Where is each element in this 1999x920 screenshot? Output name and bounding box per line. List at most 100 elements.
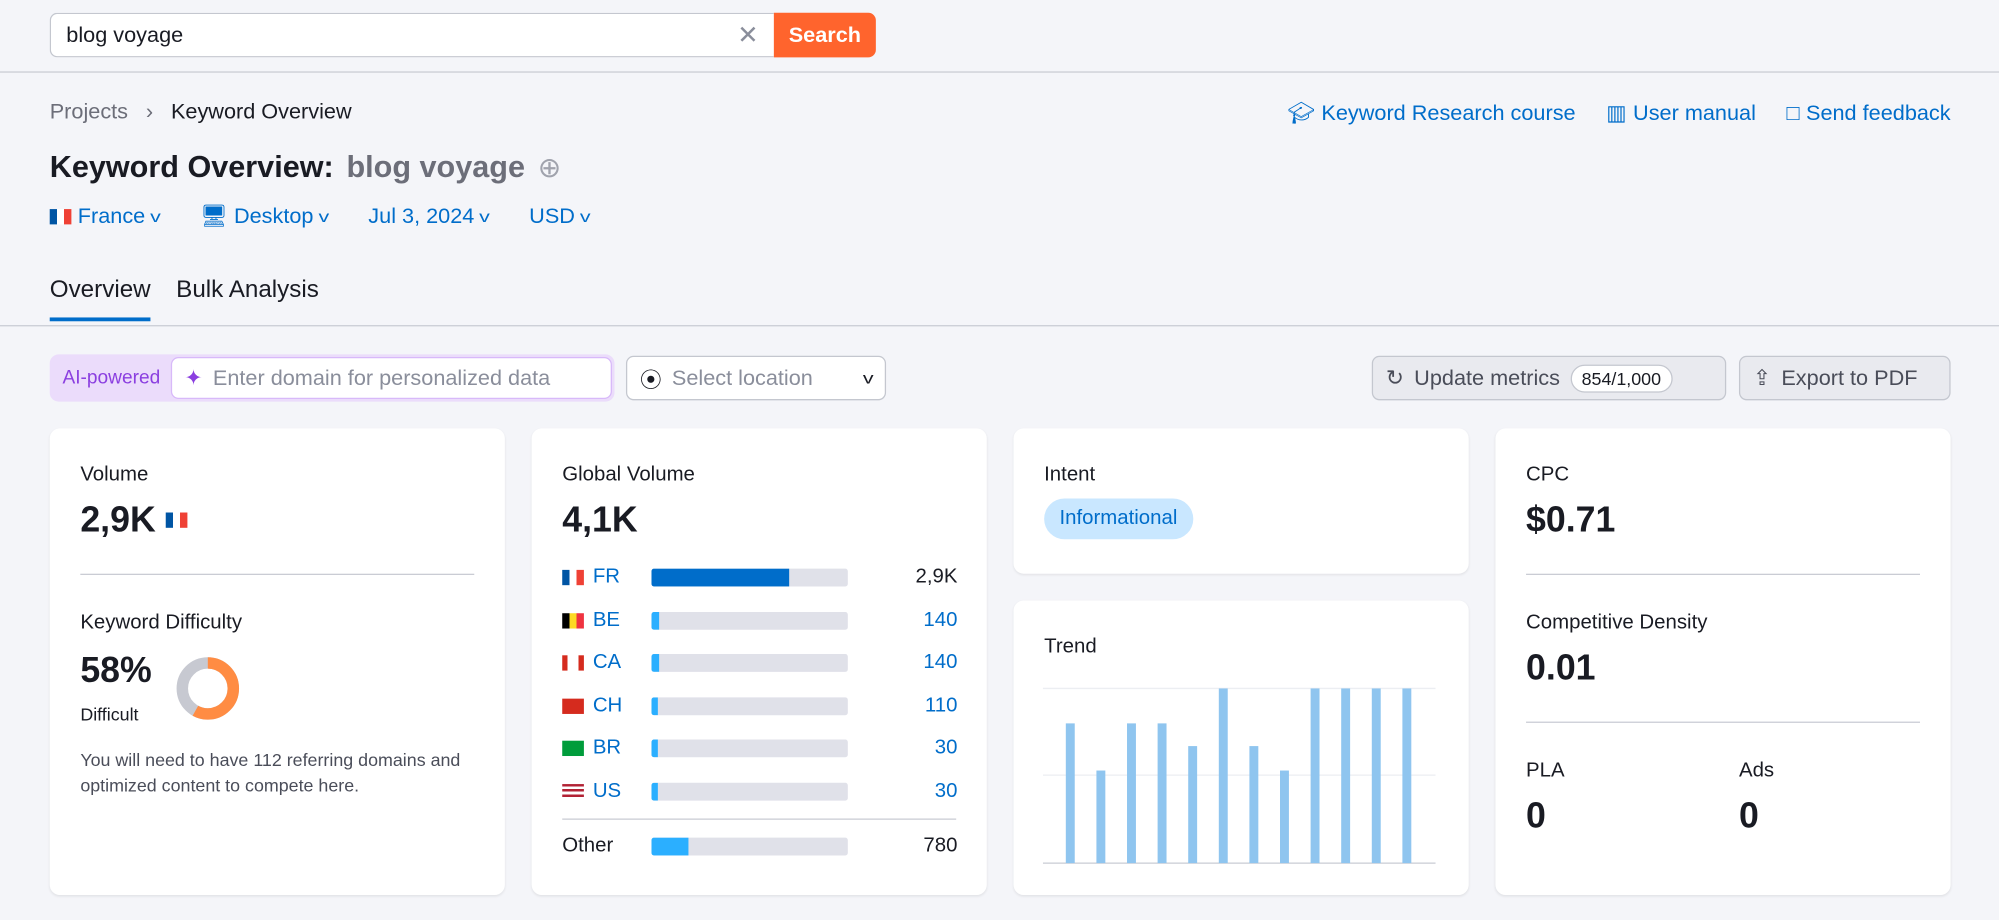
- tab-bulk-analysis[interactable]: Bulk Analysis: [176, 277, 319, 322]
- country-row: FR 2,9K: [562, 565, 957, 590]
- desktop-icon: 🖥︎: [200, 203, 228, 229]
- trend-card: Trend: [1013, 600, 1469, 895]
- search-bar: blog voyage ✕ Search: [49, 12, 876, 58]
- location-pin-icon: ⦿: [639, 368, 662, 393]
- divider: [562, 818, 957, 820]
- trend-bar[interactable]: [1402, 688, 1412, 864]
- chat-bubble-icon: □: [1786, 100, 1800, 125]
- other-value: 780: [923, 835, 958, 857]
- date-dropdown[interactable]: Jul 3, 2024 v: [368, 203, 490, 229]
- search-input[interactable]: blog voyage ✕: [49, 12, 774, 58]
- share-bar: [651, 739, 848, 758]
- share-bar: [651, 568, 848, 587]
- share-bar-fill: [651, 568, 789, 587]
- country-row: BE 140: [562, 608, 957, 633]
- trend-bar[interactable]: [1341, 688, 1351, 864]
- trend-bar[interactable]: [1127, 723, 1136, 864]
- clear-icon[interactable]: ✕: [737, 19, 758, 51]
- kd-note: You will need to have 112 referring doma…: [80, 749, 461, 796]
- country-link[interactable]: FR: [562, 566, 626, 589]
- credits-badge: 854/1,000: [1570, 363, 1673, 393]
- chevron-right-icon: ›: [145, 99, 154, 124]
- tab-overview[interactable]: Overview: [49, 277, 151, 322]
- trend-bar[interactable]: [1279, 770, 1289, 864]
- volume-value: 2,9K: [80, 499, 156, 540]
- share-bar: [651, 654, 848, 673]
- country-link[interactable]: CH: [562, 695, 626, 718]
- share-bar: [651, 611, 848, 630]
- trend-label: Trend: [1044, 636, 1097, 658]
- trend-bar[interactable]: [1065, 723, 1075, 864]
- pla-label: PLA: [1526, 759, 1565, 782]
- ai-powered-label: AI-powered: [62, 367, 161, 389]
- share-bar: [651, 782, 848, 801]
- link-label: Send feedback: [1805, 100, 1951, 125]
- cpc-card: CPC $0.71 Competitive Density 0.01 PLA 0…: [1495, 428, 1951, 895]
- trend-bar[interactable]: [1096, 770, 1106, 864]
- trend-chart: [1042, 687, 1436, 864]
- share-bar-fill: [651, 782, 658, 801]
- share-bar-fill: [651, 611, 660, 630]
- device-dropdown[interactable]: 🖥︎ Desktop v: [200, 203, 330, 229]
- divider: [1526, 721, 1920, 723]
- country-link[interactable]: BE: [562, 609, 626, 632]
- refresh-icon: ↻: [1385, 365, 1404, 390]
- country-volume[interactable]: 30: [935, 780, 958, 803]
- country-volume[interactable]: 140: [923, 652, 957, 675]
- country-volume[interactable]: 2,9K: [915, 566, 957, 589]
- domain-input[interactable]: ✦ Enter domain for personalized data: [170, 356, 612, 400]
- country-row: CH 110: [562, 693, 957, 718]
- country-link[interactable]: US: [562, 780, 626, 803]
- country-volume[interactable]: 110: [925, 695, 958, 718]
- export-pdf-button[interactable]: ⇪ Export to PDF: [1738, 355, 1951, 401]
- global-volume-label: Global Volume: [562, 464, 695, 486]
- breadcrumb-projects[interactable]: Projects: [50, 99, 128, 124]
- country-link[interactable]: BR: [562, 737, 626, 760]
- title-keyword: blog voyage: [346, 150, 525, 185]
- density-label: Competitive Density: [1526, 611, 1708, 634]
- location-select[interactable]: ⦿ Select location v: [625, 355, 887, 401]
- intent-label: Intent: [1044, 464, 1096, 486]
- export-label: Export to PDF: [1781, 365, 1918, 390]
- send-feedback-link[interactable]: □ Send feedback: [1787, 101, 1951, 126]
- user-manual-link[interactable]: ▥ User manual: [1606, 101, 1756, 126]
- trend-bar[interactable]: [1371, 688, 1381, 864]
- volume-label: Volume: [80, 464, 149, 486]
- graduation-cap-icon: 🎓︎: [1287, 100, 1316, 125]
- trend-bar[interactable]: [1188, 746, 1198, 864]
- search-button[interactable]: Search: [773, 12, 876, 58]
- other-label: Other: [562, 835, 614, 857]
- divider: [0, 71, 1999, 73]
- country-dropdown[interactable]: France v: [49, 204, 161, 229]
- chevron-down-icon: v: [862, 369, 874, 387]
- location-placeholder: Select location: [671, 365, 813, 390]
- country-volume[interactable]: 140: [923, 609, 957, 632]
- ai-domain-box: AI-powered ✦ Enter domain for personalize…: [49, 354, 615, 402]
- country-code: CA: [592, 651, 622, 674]
- date-label: Jul 3, 2024: [368, 203, 475, 229]
- share-bar-fill: [651, 739, 658, 758]
- country-code: BE: [592, 608, 621, 631]
- flag-fr-icon: [49, 209, 72, 225]
- keyword-course-link[interactable]: 🎓︎ Keyword Research course: [1288, 101, 1576, 126]
- trend-bar[interactable]: [1218, 688, 1228, 864]
- flag-ca-icon: [562, 655, 584, 671]
- device-label: Desktop: [233, 203, 314, 229]
- flag-fr-icon: [562, 569, 584, 586]
- update-metrics-button[interactable]: ↻ Update metrics 854/1,000: [1371, 355, 1727, 401]
- trend-bar[interactable]: [1249, 746, 1259, 864]
- country-code: BR: [592, 737, 622, 760]
- trend-bar[interactable]: [1310, 688, 1320, 864]
- global-volume-card: Global Volume 4,1K FR 2,9K BE 140 CA 140 CH…: [531, 428, 987, 895]
- country-link[interactable]: CA: [562, 652, 626, 675]
- upload-icon: ⇪: [1752, 365, 1772, 390]
- kd-label: Keyword Difficulty: [80, 611, 243, 634]
- chevron-down-icon: v: [579, 207, 591, 226]
- chevron-down-icon: v: [318, 207, 330, 226]
- breadcrumb: Projects › Keyword Overview: [50, 99, 352, 124]
- currency-dropdown[interactable]: USD v: [529, 204, 591, 229]
- country-volume[interactable]: 30: [935, 737, 958, 760]
- share-bar: [651, 837, 848, 856]
- add-circle-icon[interactable]: ⊕: [538, 152, 562, 185]
- trend-bar[interactable]: [1157, 723, 1167, 864]
